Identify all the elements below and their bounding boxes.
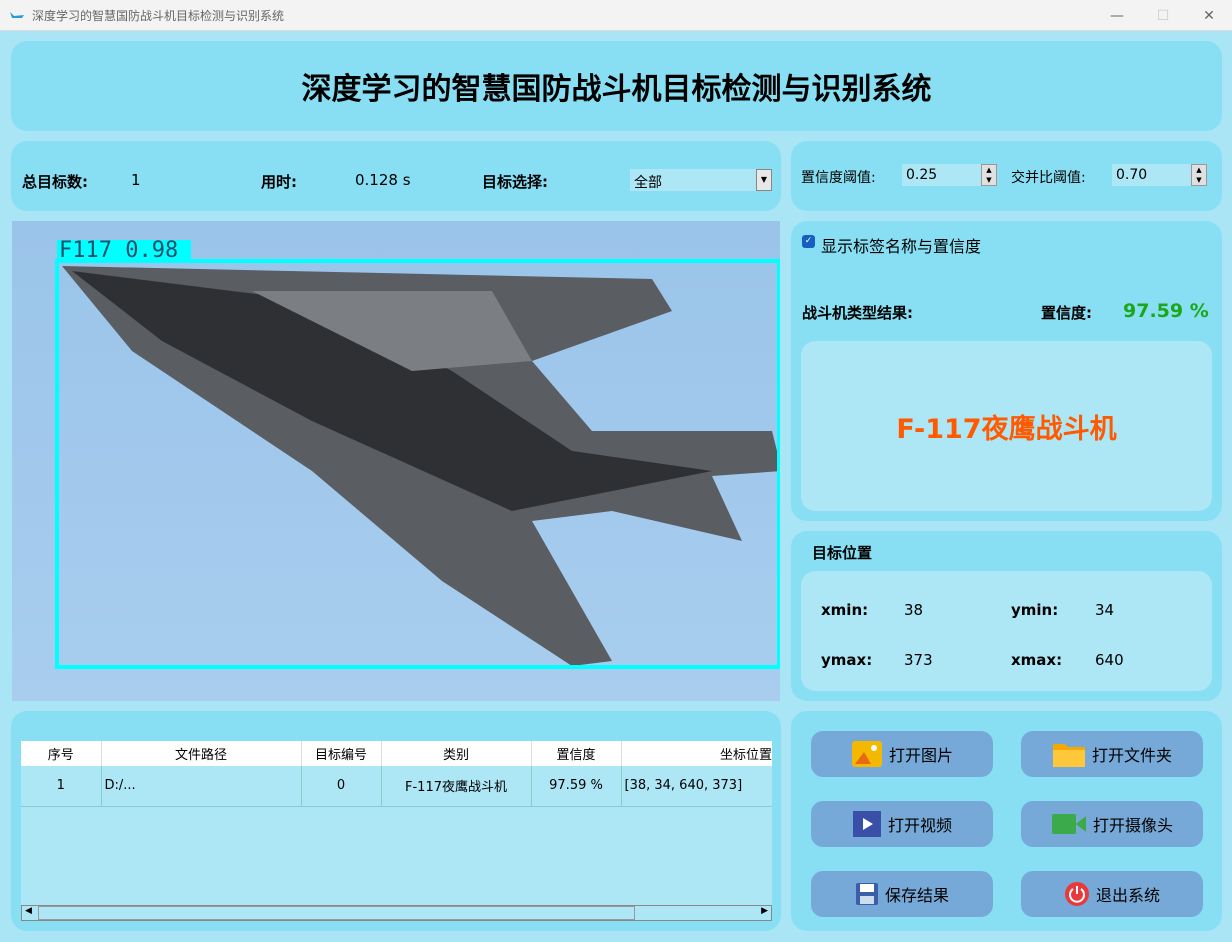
scroll-right-icon[interactable]: ▶ bbox=[761, 906, 768, 916]
total-value: 1 bbox=[131, 171, 141, 189]
cell-target-id: 0 bbox=[301, 766, 382, 807]
scroll-left-icon[interactable]: ◀ bbox=[25, 906, 32, 916]
cell-coords: [38, 34, 640, 373] bbox=[621, 766, 772, 807]
save-results-label: 保存结果 bbox=[884, 886, 949, 905]
result-type-label: 战斗机类型结果: bbox=[802, 304, 913, 322]
video-icon bbox=[852, 811, 881, 837]
camera-icon bbox=[1051, 814, 1086, 834]
scrollbar-thumb[interactable] bbox=[38, 906, 635, 920]
open-image-button[interactable]: 打开图片 bbox=[811, 731, 993, 777]
target-select-value: 全部 bbox=[634, 175, 662, 191]
image-icon bbox=[851, 741, 882, 767]
col-index[interactable]: 序号 bbox=[21, 741, 102, 766]
open-folder-button[interactable]: 打开文件夹 bbox=[1021, 731, 1203, 777]
chevron-down-icon: ▼ bbox=[756, 169, 772, 191]
ymin-label: ymin: bbox=[1011, 601, 1059, 619]
show-label-checkbox[interactable]: ✓ bbox=[802, 235, 815, 248]
col-target-id[interactable]: 目标编号 bbox=[301, 741, 382, 766]
table-header: 序号 文件路径 目标编号 类别 置信度 坐标位置 bbox=[21, 741, 772, 766]
ymax-value: 373 bbox=[904, 651, 933, 669]
conf-threshold-value: 0.25 bbox=[906, 167, 938, 183]
results-table[interactable]: 序号 文件路径 目标编号 类别 置信度 坐标位置 1 D:/... 0 F-11… bbox=[21, 741, 772, 906]
iou-threshold-value: 0.70 bbox=[1116, 167, 1148, 183]
window-title: 深度学习的智慧国防战斗机目标检测与识别系统 bbox=[32, 8, 285, 23]
cell-class: F-117夜鹰战斗机 bbox=[381, 766, 532, 807]
horizontal-scrollbar[interactable]: ◀ ▶ bbox=[21, 905, 772, 921]
conf-threshold-label: 置信度阈值: bbox=[801, 170, 876, 186]
total-label: 总目标数: bbox=[22, 173, 88, 191]
maximize-button[interactable]: ☐ bbox=[1140, 0, 1186, 31]
open-folder-label: 打开文件夹 bbox=[1091, 746, 1172, 765]
position-title: 目标位置 bbox=[812, 544, 873, 562]
open-image-label: 打开图片 bbox=[888, 746, 953, 765]
box-label: F117 0.98 bbox=[59, 238, 179, 263]
col-class[interactable]: 类别 bbox=[381, 741, 532, 766]
table-row[interactable]: 1 D:/... 0 F-117夜鹰战斗机 97.59 % [38, 34, 6… bbox=[21, 766, 772, 807]
ymin-value: 34 bbox=[1095, 601, 1115, 619]
ymax-label: ymax: bbox=[821, 651, 873, 669]
power-icon bbox=[1064, 882, 1089, 906]
time-label: 用时: bbox=[261, 173, 297, 191]
folder-icon bbox=[1052, 744, 1085, 767]
target-select-label: 目标选择: bbox=[482, 173, 548, 191]
cell-confidence: 97.59 % bbox=[531, 766, 622, 807]
fighter-jet-image bbox=[55, 240, 780, 669]
xmin-label: xmin: bbox=[821, 601, 869, 619]
cell-path: D:/... bbox=[101, 766, 302, 807]
save-icon bbox=[855, 883, 878, 905]
spin-arrows-icon[interactable]: ▲ ▼ bbox=[981, 164, 997, 186]
result-type-value: F-117夜鹰战斗机 bbox=[801, 341, 1212, 511]
iou-threshold-label: 交并比阈值: bbox=[1011, 170, 1086, 186]
xmin-value: 38 bbox=[904, 601, 924, 619]
close-button[interactable]: ✕ bbox=[1186, 0, 1232, 31]
title-bar: 深度学习的智慧国防战斗机目标检测与识别系统 — ☐ ✕ bbox=[0, 0, 1232, 31]
open-video-label: 打开视频 bbox=[887, 816, 952, 835]
detection-image: F117 0.98 bbox=[12, 221, 780, 701]
xmax-label: xmax: bbox=[1011, 651, 1063, 669]
save-results-button[interactable]: 保存结果 bbox=[811, 871, 993, 917]
cell-index: 1 bbox=[21, 766, 102, 807]
header-title: 深度学习的智慧国防战斗机目标检测与识别系统 bbox=[11, 41, 1222, 131]
open-camera-button[interactable]: 打开摄像头 bbox=[1021, 801, 1203, 847]
exit-label: 退出系统 bbox=[1095, 886, 1160, 905]
xmax-value: 640 bbox=[1095, 651, 1124, 669]
position-box bbox=[801, 571, 1212, 691]
exit-button[interactable]: 退出系统 bbox=[1021, 871, 1203, 917]
show-label-checkbox-label: 显示标签名称与置信度 bbox=[821, 237, 982, 256]
col-path[interactable]: 文件路径 bbox=[101, 741, 302, 766]
app-logo-icon bbox=[10, 12, 24, 18]
confidence-value: 97.59 % bbox=[1123, 300, 1209, 322]
target-select[interactable]: 全部 ▼ bbox=[630, 169, 772, 191]
iou-threshold-spinbox[interactable]: 0.70 ▲ ▼ bbox=[1112, 164, 1207, 186]
spin-arrows-icon[interactable]: ▲ ▼ bbox=[1191, 164, 1207, 186]
time-value: 0.128 s bbox=[355, 171, 411, 189]
open-camera-label: 打开摄像头 bbox=[1092, 816, 1173, 835]
conf-threshold-spinbox[interactable]: 0.25 ▲ ▼ bbox=[902, 164, 997, 186]
col-coords[interactable]: 坐标位置 bbox=[621, 741, 772, 766]
minimize-button[interactable]: — bbox=[1094, 0, 1140, 31]
confidence-label: 置信度: bbox=[1041, 304, 1092, 322]
open-video-button[interactable]: 打开视频 bbox=[811, 801, 993, 847]
col-confidence[interactable]: 置信度 bbox=[531, 741, 622, 766]
